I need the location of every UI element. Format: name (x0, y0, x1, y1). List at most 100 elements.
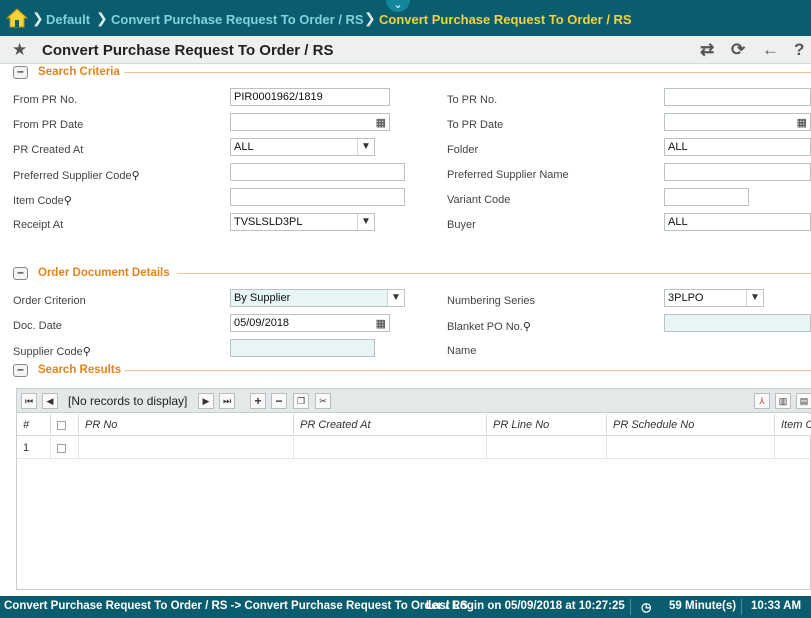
item-code-label: Item Code⚲ (13, 194, 72, 207)
copy-row-button[interactable]: ❐ (293, 393, 309, 409)
search-criteria-title: Search Criteria (38, 66, 120, 78)
item-code-label-text: Item Code (13, 195, 64, 207)
last-login: Last Login on 05/09/2018 at 10:27:25 (426, 600, 625, 612)
folder-label: Folder (447, 144, 479, 156)
divider (630, 599, 631, 615)
preferred-supplier-name-input[interactable] (664, 163, 811, 181)
chevron-right-icon: ❯ (96, 10, 108, 26)
pr-created-at-select[interactable]: ALL ▼ (230, 138, 375, 156)
shuffle-icon[interactable]: ⇄ (700, 40, 714, 60)
numbering-series-select[interactable]: 3PLPO ▼ (664, 289, 764, 307)
section-divider (124, 72, 811, 73)
search-icon[interactable]: ⚲ (132, 170, 140, 182)
doc-date-label: Doc. Date (13, 320, 62, 332)
pdf-export-icon[interactable]: ⅄ (754, 393, 770, 409)
supplier-code-label: Supplier Code⚲ (13, 345, 91, 358)
page-header: ★ Convert Purchase Request To Order / RS… (0, 36, 811, 64)
search-icon[interactable]: ⚲ (523, 321, 531, 333)
doc-date-input[interactable]: 05/09/2018 ▦ (230, 314, 390, 332)
variant-code-input[interactable] (664, 188, 749, 206)
help-icon[interactable]: ? (794, 40, 804, 60)
select-all-checkbox[interactable] (57, 420, 66, 430)
receipt-at-value: TVSLSLD3PL (234, 216, 303, 228)
to-pr-no-input[interactable] (664, 88, 811, 106)
favorite-star-icon[interactable]: ★ (12, 40, 27, 60)
receipt-at-select[interactable]: TVSLSLD3PL ▼ (230, 213, 375, 231)
order-criterion-select[interactable]: By Supplier ▼ (230, 289, 405, 307)
cell-pr-line-no[interactable] (487, 437, 607, 459)
cell-pr-no[interactable] (79, 437, 294, 459)
cut-row-button[interactable]: ✂ (315, 393, 331, 409)
buyer-select[interactable]: ALL (664, 213, 811, 231)
section-divider (177, 273, 811, 274)
section-divider (125, 370, 811, 371)
folder-select[interactable]: ALL (664, 138, 811, 156)
doc-date-value: 05/09/2018 (234, 317, 290, 329)
row-checkbox[interactable] (57, 443, 66, 453)
next-page-button[interactable]: ▶ (198, 393, 214, 409)
column-header-item-code[interactable]: Item C (775, 414, 811, 436)
cell-item-code[interactable] (775, 437, 811, 459)
page-title: Convert Purchase Request To Order / RS (42, 42, 334, 59)
receipt-at-label: Receipt At (13, 219, 64, 231)
calendar-icon[interactable]: ▦ (797, 115, 807, 130)
breadcrumb-parent[interactable]: Convert Purchase Request To Order / RS (111, 12, 364, 27)
preferred-supplier-code-label: Preferred Supplier Code⚲ (13, 169, 140, 182)
breadcrumb-current: Convert Purchase Request To Order / RS (379, 12, 632, 27)
first-page-button[interactable]: ⏮ (21, 393, 37, 409)
row-number: 1 (17, 437, 51, 459)
column-header-pr-created-at[interactable]: PR Created At (294, 414, 487, 436)
last-page-button[interactable]: ⏭ (219, 393, 235, 409)
chevron-right-icon: ❯ (364, 10, 376, 26)
chevron-down-icon: ⌄ (393, 0, 403, 11)
row-select-cell[interactable] (51, 437, 79, 459)
from-pr-no-input[interactable]: PIR0001962/1819 (230, 88, 390, 106)
divider (741, 599, 742, 615)
grid-header: # PR No PR Created At PR Line No PR Sche… (17, 414, 811, 436)
column-header-pr-line-no[interactable]: PR Line No (487, 414, 607, 436)
preferred-supplier-code-label-text: Preferred Supplier Code (13, 170, 132, 182)
table-row[interactable]: 1 (17, 437, 811, 459)
search-results-collapse-button[interactable]: – (13, 363, 28, 377)
column-header-select-all[interactable] (51, 414, 79, 436)
status-path: Convert Purchase Request To Order / RS -… (4, 600, 468, 612)
breadcrumb-default[interactable]: Default (46, 12, 90, 27)
delete-row-button[interactable]: − (271, 393, 287, 409)
item-code-input[interactable] (230, 188, 405, 206)
cell-pr-created-at[interactable] (294, 437, 487, 459)
numbering-series-label: Numbering Series (447, 295, 536, 307)
to-pr-no-label: To PR No. (447, 94, 498, 106)
chevron-down-icon[interactable]: ▼ (387, 290, 404, 306)
cell-pr-schedule-no[interactable] (607, 437, 775, 459)
calendar-icon[interactable]: ▦ (376, 316, 386, 331)
chevron-down-icon[interactable]: ▼ (357, 214, 374, 230)
order-criterion-value: By Supplier (234, 292, 291, 304)
from-pr-date-input[interactable]: ▦ (230, 113, 390, 131)
search-icon[interactable]: ⚲ (83, 346, 91, 358)
order-document-collapse-button[interactable]: – (13, 266, 28, 280)
home-icon[interactable] (6, 8, 28, 28)
refresh-icon[interactable]: ⟳ (731, 40, 745, 60)
status-bar: Convert Purchase Request To Order / RS -… (0, 596, 811, 618)
to-pr-date-input[interactable]: ▦ (664, 113, 811, 131)
variant-code-label: Variant Code (447, 194, 511, 206)
buyer-value: ALL (668, 216, 688, 228)
blanket-po-no-input[interactable] (664, 314, 811, 332)
print-icon[interactable]: ▤ (796, 393, 811, 409)
chevron-down-icon[interactable]: ▼ (357, 139, 374, 155)
column-header-pr-no[interactable]: PR No (79, 414, 294, 436)
back-arrow-icon[interactable]: ← (762, 40, 779, 60)
search-criteria-collapse-button[interactable]: – (13, 65, 28, 79)
search-icon[interactable]: ⚲ (64, 195, 72, 207)
preferred-supplier-code-input[interactable] (230, 163, 405, 181)
prev-page-button[interactable]: ◀ (42, 393, 58, 409)
chart-icon[interactable]: ▥ (775, 393, 791, 409)
column-header-pr-schedule-no[interactable]: PR Schedule No (607, 414, 775, 436)
chevron-down-icon[interactable]: ▼ (746, 290, 763, 306)
calendar-icon[interactable]: ▦ (376, 115, 386, 130)
supplier-code-input[interactable] (230, 339, 375, 357)
add-row-button[interactable]: + (250, 393, 266, 409)
folder-value: ALL (668, 141, 688, 153)
collapse-header-button[interactable]: ⌄ (386, 0, 410, 12)
current-time: 10:33 AM (751, 600, 802, 612)
